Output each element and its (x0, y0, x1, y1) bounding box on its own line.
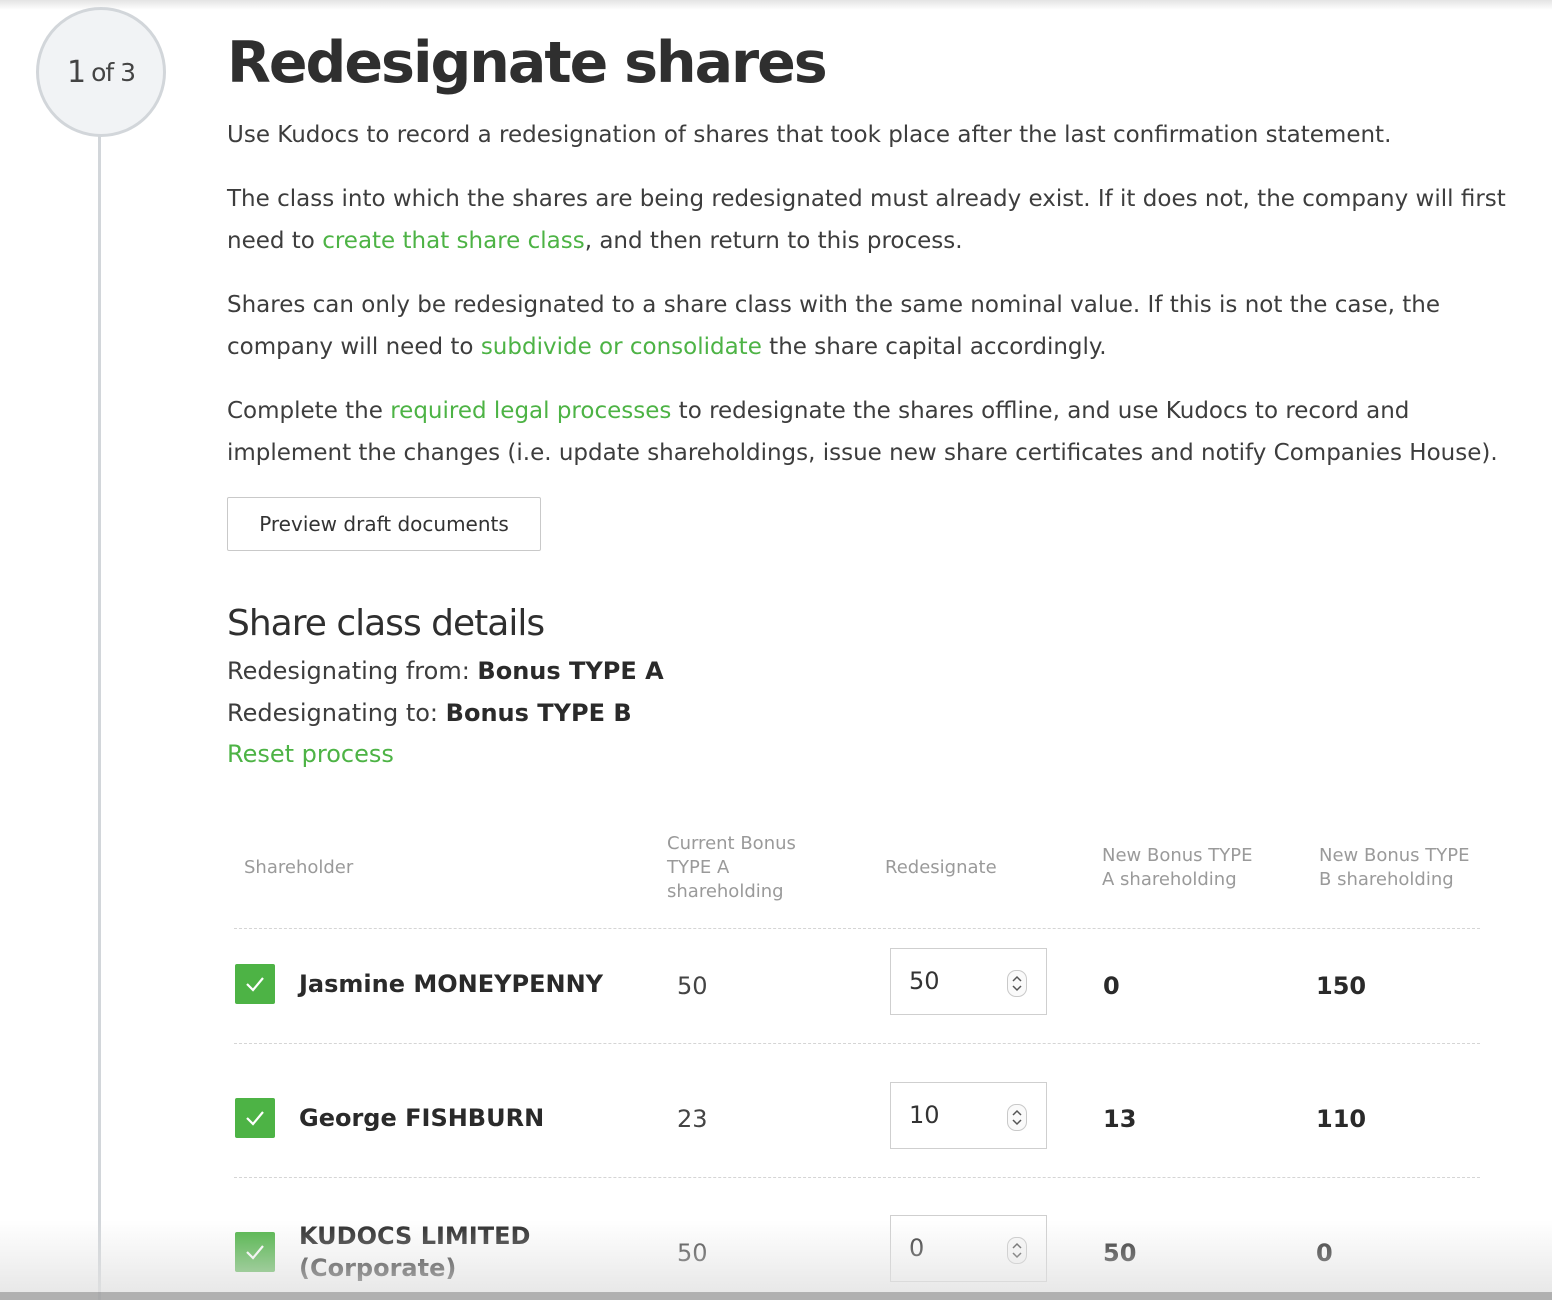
row-checkbox[interactable] (235, 1098, 275, 1138)
redesignate-field (890, 1215, 1047, 1282)
redesignate-input[interactable] (909, 1234, 999, 1262)
subdivide-consolidate-link[interactable]: subdivide or consolidate (481, 334, 762, 360)
intro-paragraph-4: Complete the required legal processes to… (227, 390, 1517, 474)
current-shareholding: 50 (677, 972, 708, 1000)
preview-draft-documents-button[interactable]: Preview draft documents (227, 497, 541, 551)
redesignating-to-value: Bonus TYPE B (445, 699, 632, 727)
create-share-class-link[interactable]: create that share class (322, 228, 585, 254)
column-header-redesignate: Redesignate (885, 857, 997, 878)
intro-paragraph-2: The class into which the shares are bein… (227, 178, 1517, 262)
new-b-shareholding: 150 (1316, 972, 1367, 1000)
reset-process-link[interactable]: Reset process (227, 740, 394, 768)
redesignate-field (890, 948, 1047, 1015)
row-checkbox[interactable] (235, 964, 275, 1004)
shareholder-name: Jasmine MONEYPENNY (299, 970, 604, 998)
new-a-shareholding: 13 (1103, 1105, 1137, 1133)
quantity-stepper[interactable] (1007, 970, 1027, 997)
checkmark-icon (246, 1111, 264, 1126)
top-shadow (0, 0, 1552, 10)
bottom-edge (0, 1292, 1552, 1300)
redesignating-from-label: Redesignating from: (227, 657, 470, 685)
stepper-arrows-icon (1012, 1109, 1022, 1126)
required-legal-processes-link[interactable]: required legal processes (390, 398, 671, 424)
intro-paragraph-3: Shares can only be redesignated to a sha… (227, 284, 1517, 368)
redesignate-input[interactable] (909, 967, 999, 995)
quantity-stepper[interactable] (1007, 1237, 1027, 1264)
step-indicator: 1 of 3 (36, 7, 166, 137)
current-shareholding: 50 (677, 1239, 708, 1267)
new-b-shareholding: 0 (1316, 1239, 1333, 1267)
checkmark-icon (246, 1245, 264, 1260)
intro-paragraph-4-text: Complete the (227, 398, 391, 424)
redesignating-from: Redesignating from: Bonus TYPE A (227, 657, 664, 685)
stepper-arrows-icon (1012, 1242, 1022, 1259)
step-total: of 3 (91, 57, 136, 87)
intro-paragraph-1: Use Kudocs to record a redesignation of … (227, 122, 1392, 148)
row-checkbox[interactable] (235, 1232, 275, 1272)
intro-paragraph-2-text-end: , and then return to this process. (584, 228, 963, 254)
row-divider (234, 1043, 1480, 1044)
page-title: Redesignate shares (227, 30, 828, 96)
stepper-arrows-icon (1012, 975, 1022, 992)
redesignating-from-value: Bonus TYPE A (477, 657, 664, 685)
redesignating-to: Redesignating to: Bonus TYPE B (227, 699, 632, 727)
row-divider (234, 1177, 1480, 1178)
redesignating-to-label: Redesignating to: (227, 699, 439, 727)
column-header-current: Current Bonus TYPE A shareholding (667, 833, 796, 902)
shareholder-name: KUDOCS LIMITED (Corporate) (299, 1222, 531, 1282)
checkmark-icon (246, 977, 264, 992)
redesignate-input[interactable] (909, 1101, 999, 1129)
redesignate-field (890, 1082, 1047, 1149)
quantity-stepper[interactable] (1007, 1104, 1027, 1131)
current-shareholding: 23 (677, 1105, 708, 1133)
step-current: 1 (66, 54, 86, 90)
column-header-new-b: New Bonus TYPE B shareholding (1319, 845, 1470, 890)
step-timeline-line (98, 132, 101, 1300)
share-class-heading: Share class details (227, 603, 545, 644)
new-a-shareholding: 50 (1103, 1239, 1137, 1267)
intro-paragraph-3-text-end: the share capital accordingly. (761, 334, 1107, 360)
shareholder-name: George FISHBURN (299, 1104, 545, 1132)
new-a-shareholding: 0 (1103, 972, 1120, 1000)
new-b-shareholding: 110 (1316, 1105, 1367, 1133)
column-header-shareholder: Shareholder (244, 857, 354, 878)
column-header-new-a: New Bonus TYPE A shareholding (1102, 845, 1253, 890)
row-divider (234, 928, 1480, 929)
